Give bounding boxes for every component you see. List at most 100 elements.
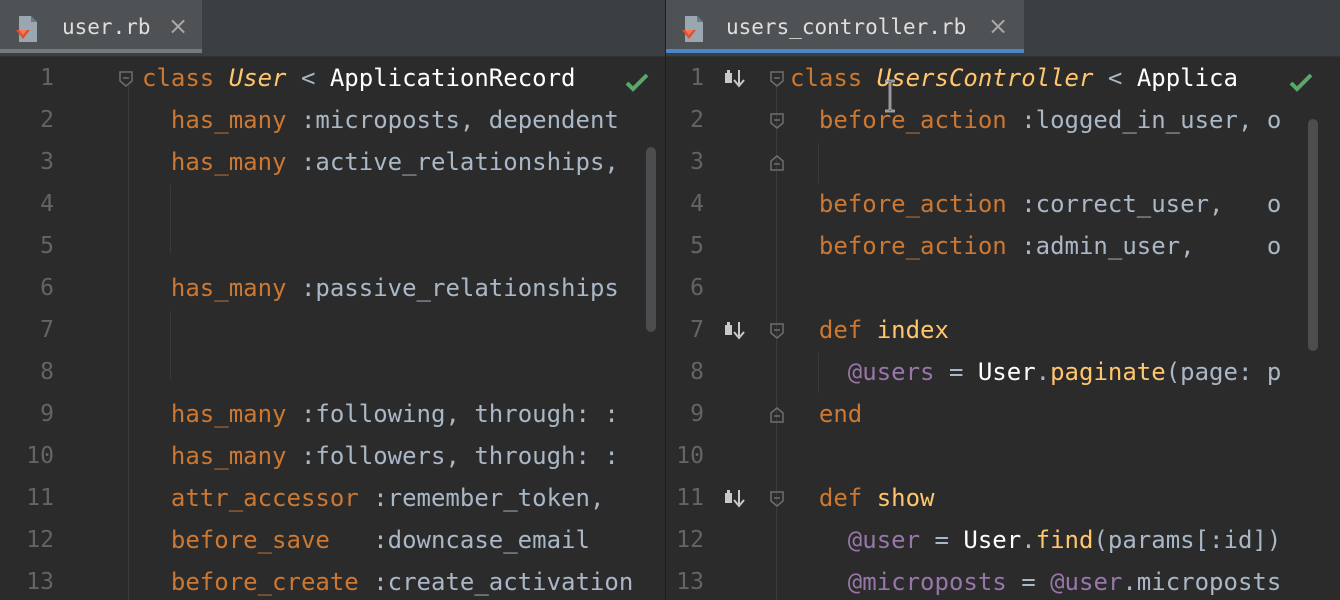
code-text: @microposts = @user.microposts — [790, 567, 1282, 597]
code-token: < — [1093, 64, 1137, 92]
code-line[interactable]: 9 has_many :following, through: : — [0, 393, 665, 435]
code-line[interactable]: 2 has_many :microposts, dependent — [0, 99, 665, 141]
code-text: before_action :correct_user, o — [790, 189, 1281, 219]
line-number: 4 — [690, 191, 704, 217]
code-text: @users = User.paginate(page: p — [790, 357, 1282, 387]
code-line[interactable]: 11 attr_accessor :remember_token, — [0, 477, 665, 519]
code-token: :correct_user — [1021, 190, 1210, 218]
code-token: paginate — [1050, 358, 1166, 386]
code-token: , through: : — [445, 400, 619, 428]
code-line[interactable]: 1 class UsersController < Applica — [666, 57, 1340, 99]
tab-user-rb[interactable]: user.rb × — [0, 0, 202, 53]
line-number: 10 — [676, 443, 704, 469]
ruby-file-icon — [16, 16, 37, 42]
code-line[interactable]: 6 — [666, 267, 1340, 309]
code-line[interactable]: 11 def show — [666, 477, 1340, 519]
line-number: 13 — [26, 569, 54, 595]
code-token: , o — [1237, 106, 1282, 134]
code-text: has_many :following, through: : — [142, 399, 619, 429]
code-token: has_many — [142, 442, 301, 470]
code-token: User — [228, 64, 287, 92]
code-line[interactable]: 12 @user = User.find(params[:id]) — [666, 519, 1340, 561]
line-number: 13 — [676, 569, 704, 595]
code-token: :logged_in_user — [1021, 106, 1238, 134]
close-icon[interactable]: × — [168, 12, 188, 40]
code-token: UsersController — [876, 64, 1094, 92]
line-number: 1 — [690, 65, 704, 91]
code-line[interactable]: 8 @users = User.paginate(page: p — [666, 351, 1340, 393]
code-token: (page: p — [1165, 358, 1282, 386]
code-text: has_many :followers, through: : — [142, 441, 619, 471]
code-line[interactable]: 4 — [0, 183, 665, 225]
right-tab-bar: users_controller.rb × — [666, 0, 1340, 57]
code-line[interactable]: 7 def index — [666, 309, 1340, 351]
code-line[interactable]: 10 — [666, 435, 1340, 477]
code-editor[interactable]: 1 class User < ApplicationRecord 2 has_man… — [0, 57, 665, 600]
code-token: , o — [1180, 232, 1282, 260]
close-icon[interactable]: × — [988, 12, 1008, 40]
code-text: has_many :passive_relationships — [142, 273, 619, 303]
line-number: 8 — [690, 359, 704, 385]
code-token: (params[:id]) — [1093, 526, 1282, 554]
code-token: = — [1006, 568, 1051, 596]
line-number: 2 — [40, 107, 54, 133]
code-token: < — [286, 64, 330, 92]
left-editor-pane: user.rb × 1 class User < ApplicationRecor… — [0, 0, 665, 600]
code-token: @microposts — [790, 568, 1007, 596]
code-token: before_action — [790, 190, 1022, 218]
code-line[interactable]: 9 end — [666, 393, 1340, 435]
line-number: 9 — [690, 401, 704, 427]
code-token: attr_accessor — [142, 484, 374, 512]
code-text: class UsersController < Applica — [790, 63, 1238, 93]
code-token: :remember_token — [373, 484, 590, 512]
code-token: end — [790, 400, 863, 428]
code-line[interactable]: 4 before_action :correct_user, o — [666, 183, 1340, 225]
code-line[interactable]: 13 @microposts = @user.microposts — [666, 561, 1340, 600]
code-line[interactable]: 12 before_save :downcase_email — [0, 519, 665, 561]
code-line[interactable]: 6 has_many :passive_relationships — [0, 267, 665, 309]
left-tab-bar: user.rb × — [0, 0, 665, 57]
tab-users-controller-rb[interactable]: users_controller.rb × — [666, 0, 1024, 53]
line-number: 1 — [40, 65, 54, 91]
code-line[interactable]: 3 has_many :active_relationships, — [0, 141, 665, 183]
code-token: class — [142, 64, 229, 92]
code-line[interactable]: 8 — [0, 351, 665, 393]
code-token: . — [1035, 358, 1051, 386]
line-number: 5 — [690, 233, 704, 259]
ruby-file-icon — [682, 16, 703, 42]
code-token: .microposts — [1122, 568, 1282, 596]
code-token: class — [790, 64, 877, 92]
code-token: :following — [300, 400, 446, 428]
code-token: :microposts — [300, 106, 460, 134]
code-token: has_many — [142, 400, 301, 428]
code-token: before_create — [142, 568, 374, 596]
code-line[interactable]: 13 before_create :create_activation — [0, 561, 665, 600]
code-token: :followers — [300, 442, 446, 470]
code-line[interactable]: 1 class User < ApplicationRecord — [0, 57, 665, 99]
code-token: @users — [790, 358, 935, 386]
code-editor[interactable]: 1 class UsersController < Applica 2 before… — [666, 57, 1340, 600]
code-line[interactable]: 2 before_action :logged_in_user, o — [666, 99, 1340, 141]
code-token: , through: : — [445, 442, 619, 470]
code-token: find — [1035, 526, 1094, 554]
code-text: before_action :logged_in_user, o — [790, 105, 1281, 135]
line-number: 12 — [26, 527, 54, 553]
code-line[interactable]: 7 — [0, 309, 665, 351]
code-line[interactable]: 10 has_many :followers, through: : — [0, 435, 665, 477]
code-text: before_action :admin_user, o — [790, 231, 1281, 261]
line-number: 9 — [40, 401, 54, 427]
code-text: end — [790, 399, 862, 429]
code-line[interactable]: 5 before_action :admin_user, o — [666, 225, 1340, 267]
code-token: . — [1021, 526, 1036, 554]
code-text: class User < ApplicationRecord — [142, 63, 576, 93]
code-token: User — [963, 526, 1022, 554]
line-number: 7 — [690, 317, 704, 343]
code-line[interactable]: 3 — [666, 141, 1340, 183]
code-token: before_save — [142, 526, 374, 554]
code-token: has_many — [142, 274, 301, 302]
code-token: User — [977, 358, 1036, 386]
code-text: def index — [790, 315, 949, 345]
line-number: 10 — [26, 443, 54, 469]
code-line[interactable]: 5 — [0, 225, 665, 267]
line-number: 5 — [40, 233, 54, 259]
